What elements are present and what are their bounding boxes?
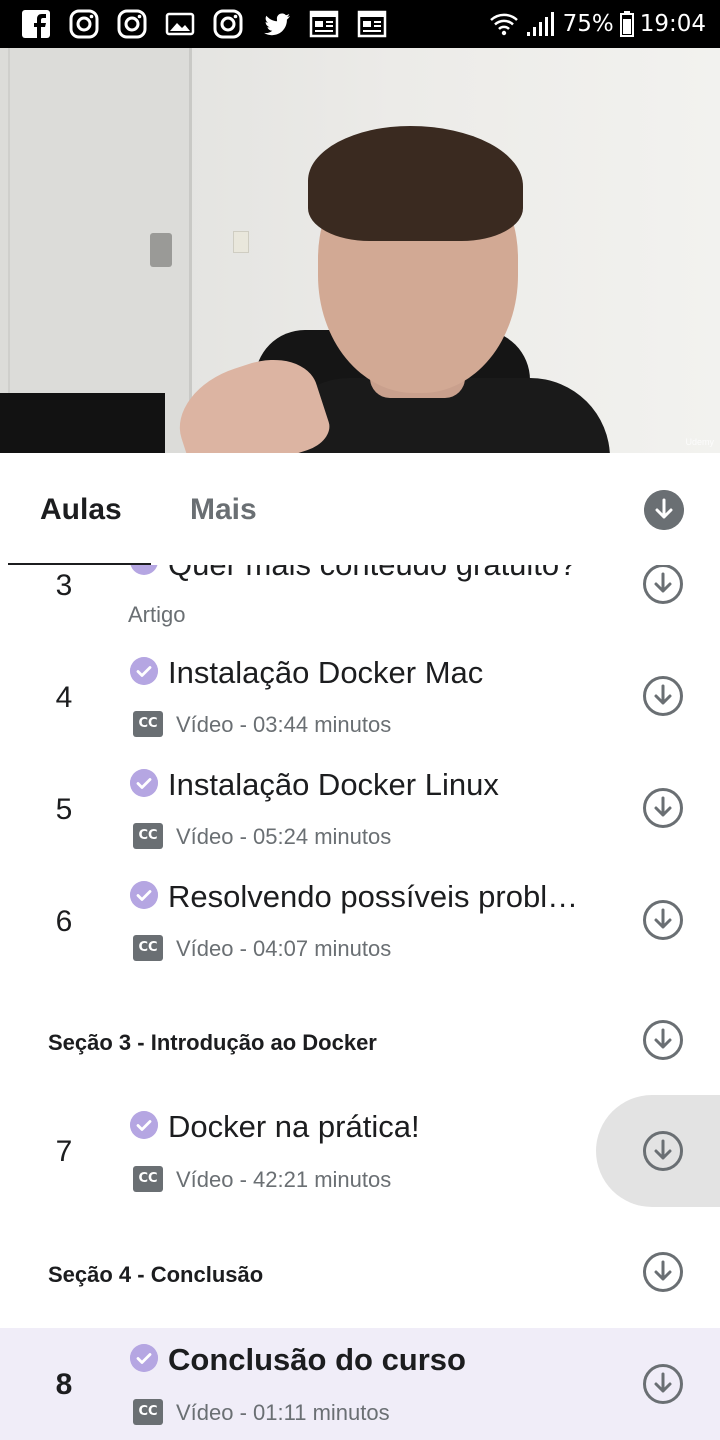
lesson-title: Instalação Docker Linux xyxy=(168,767,499,802)
lesson-meta: Vídeo - 42:21 minutos xyxy=(176,1167,392,1192)
news-icon xyxy=(357,10,387,38)
gallery-icon xyxy=(165,12,195,36)
course-tabs: Aulas Mais xyxy=(0,453,720,565)
section-header-3[interactable]: Seção 3 - Introdução ao Docker xyxy=(0,1005,720,1075)
lesson-row-4[interactable]: 4 Instalação Docker Mac CC Vídeo - 03:44… xyxy=(0,645,720,757)
lesson-row-8-current[interactable]: 8 Conclusão do curso CC Vídeo - 01:11 mi… xyxy=(0,1328,720,1440)
completed-check-icon xyxy=(130,1344,158,1372)
section-title: Seção 3 - Introdução ao Docker xyxy=(48,1030,377,1055)
video-frame-desk xyxy=(0,393,165,453)
lesson-row-6[interactable]: 6 Resolvendo possíveis probl… CC Vídeo -… xyxy=(0,869,720,981)
battery-percent: 75% xyxy=(562,11,614,37)
download-icon[interactable] xyxy=(642,675,684,717)
lesson-number: 3 xyxy=(55,569,73,602)
download-all-button[interactable] xyxy=(644,490,684,530)
tab-more[interactable]: Mais xyxy=(190,493,257,527)
lesson-row-5[interactable]: 5 Instalação Docker Linux CC Vídeo - 05:… xyxy=(0,757,720,869)
news-icon xyxy=(309,10,339,38)
captions-icon: CC xyxy=(133,1166,163,1192)
lesson-title: Quer mais conteúdo gratuito? xyxy=(168,565,576,583)
status-bar: 75% 19:04 xyxy=(0,0,720,48)
battery-icon xyxy=(619,11,634,37)
lesson-meta: Vídeo - 01:11 minutos xyxy=(176,1400,390,1425)
lesson-meta: Artigo xyxy=(128,602,186,627)
lesson-number: 5 xyxy=(55,793,73,826)
tab-lessons[interactable]: Aulas xyxy=(40,493,122,527)
download-icon[interactable] xyxy=(642,1019,684,1061)
video-watermark: Udemy xyxy=(685,437,714,447)
lesson-row-3[interactable]: 3 Quer mais conteúdo gratuito? Artigo xyxy=(0,565,720,645)
section-title: Seção 4 - Conclusão xyxy=(48,1262,264,1287)
completed-check-icon xyxy=(130,657,158,685)
completed-check-icon xyxy=(130,565,158,575)
lesson-title: Resolvendo possíveis probl… xyxy=(168,879,579,914)
captions-icon: CC xyxy=(133,711,163,737)
download-icon[interactable] xyxy=(642,1251,684,1293)
completed-check-icon xyxy=(130,769,158,797)
download-icon[interactable] xyxy=(642,899,684,941)
lesson-number: 7 xyxy=(55,1135,73,1168)
section-header-4[interactable]: Seção 4 - Conclusão xyxy=(0,1237,720,1307)
download-icon[interactable] xyxy=(642,1130,684,1172)
captions-icon: CC xyxy=(133,935,163,961)
video-frame-outlet xyxy=(233,231,249,253)
completed-check-icon xyxy=(130,881,158,909)
lesson-row-7[interactable]: 7 Docker na prática! CC Vídeo - 42:21 mi… xyxy=(0,1095,720,1207)
instagram-icon xyxy=(117,9,147,39)
wifi-icon xyxy=(489,13,518,36)
completed-check-icon xyxy=(130,1111,158,1139)
facebook-icon xyxy=(22,10,50,38)
lesson-list: 3 Quer mais conteúdo gratuito? Artigo 4 … xyxy=(0,565,720,1440)
lesson-meta: Vídeo - 04:07 minutos xyxy=(176,936,392,961)
captions-icon: CC xyxy=(133,1399,163,1425)
instagram-icon xyxy=(213,9,243,39)
instagram-icon xyxy=(69,9,99,39)
download-icon[interactable] xyxy=(642,1363,684,1405)
lesson-meta: Vídeo - 03:44 minutos xyxy=(176,712,392,737)
download-icon[interactable] xyxy=(642,565,684,605)
lesson-title: Conclusão do curso xyxy=(168,1342,466,1377)
download-icon[interactable] xyxy=(642,787,684,829)
notification-icons xyxy=(20,8,388,40)
signal-icon xyxy=(526,12,554,36)
lesson-title: Docker na prática! xyxy=(168,1109,420,1144)
video-player[interactable]: Udemy xyxy=(0,48,720,453)
lesson-number: 4 xyxy=(55,681,73,714)
lesson-title: Instalação Docker Mac xyxy=(168,655,484,690)
video-frame-presenter-hair xyxy=(308,126,523,241)
captions-icon: CC xyxy=(133,823,163,849)
clock: 19:04 xyxy=(639,11,706,37)
lesson-meta: Vídeo - 05:24 minutos xyxy=(176,824,392,849)
twitter-icon xyxy=(264,13,290,36)
lesson-number: 8 xyxy=(55,1368,73,1401)
lesson-number: 6 xyxy=(55,905,73,938)
